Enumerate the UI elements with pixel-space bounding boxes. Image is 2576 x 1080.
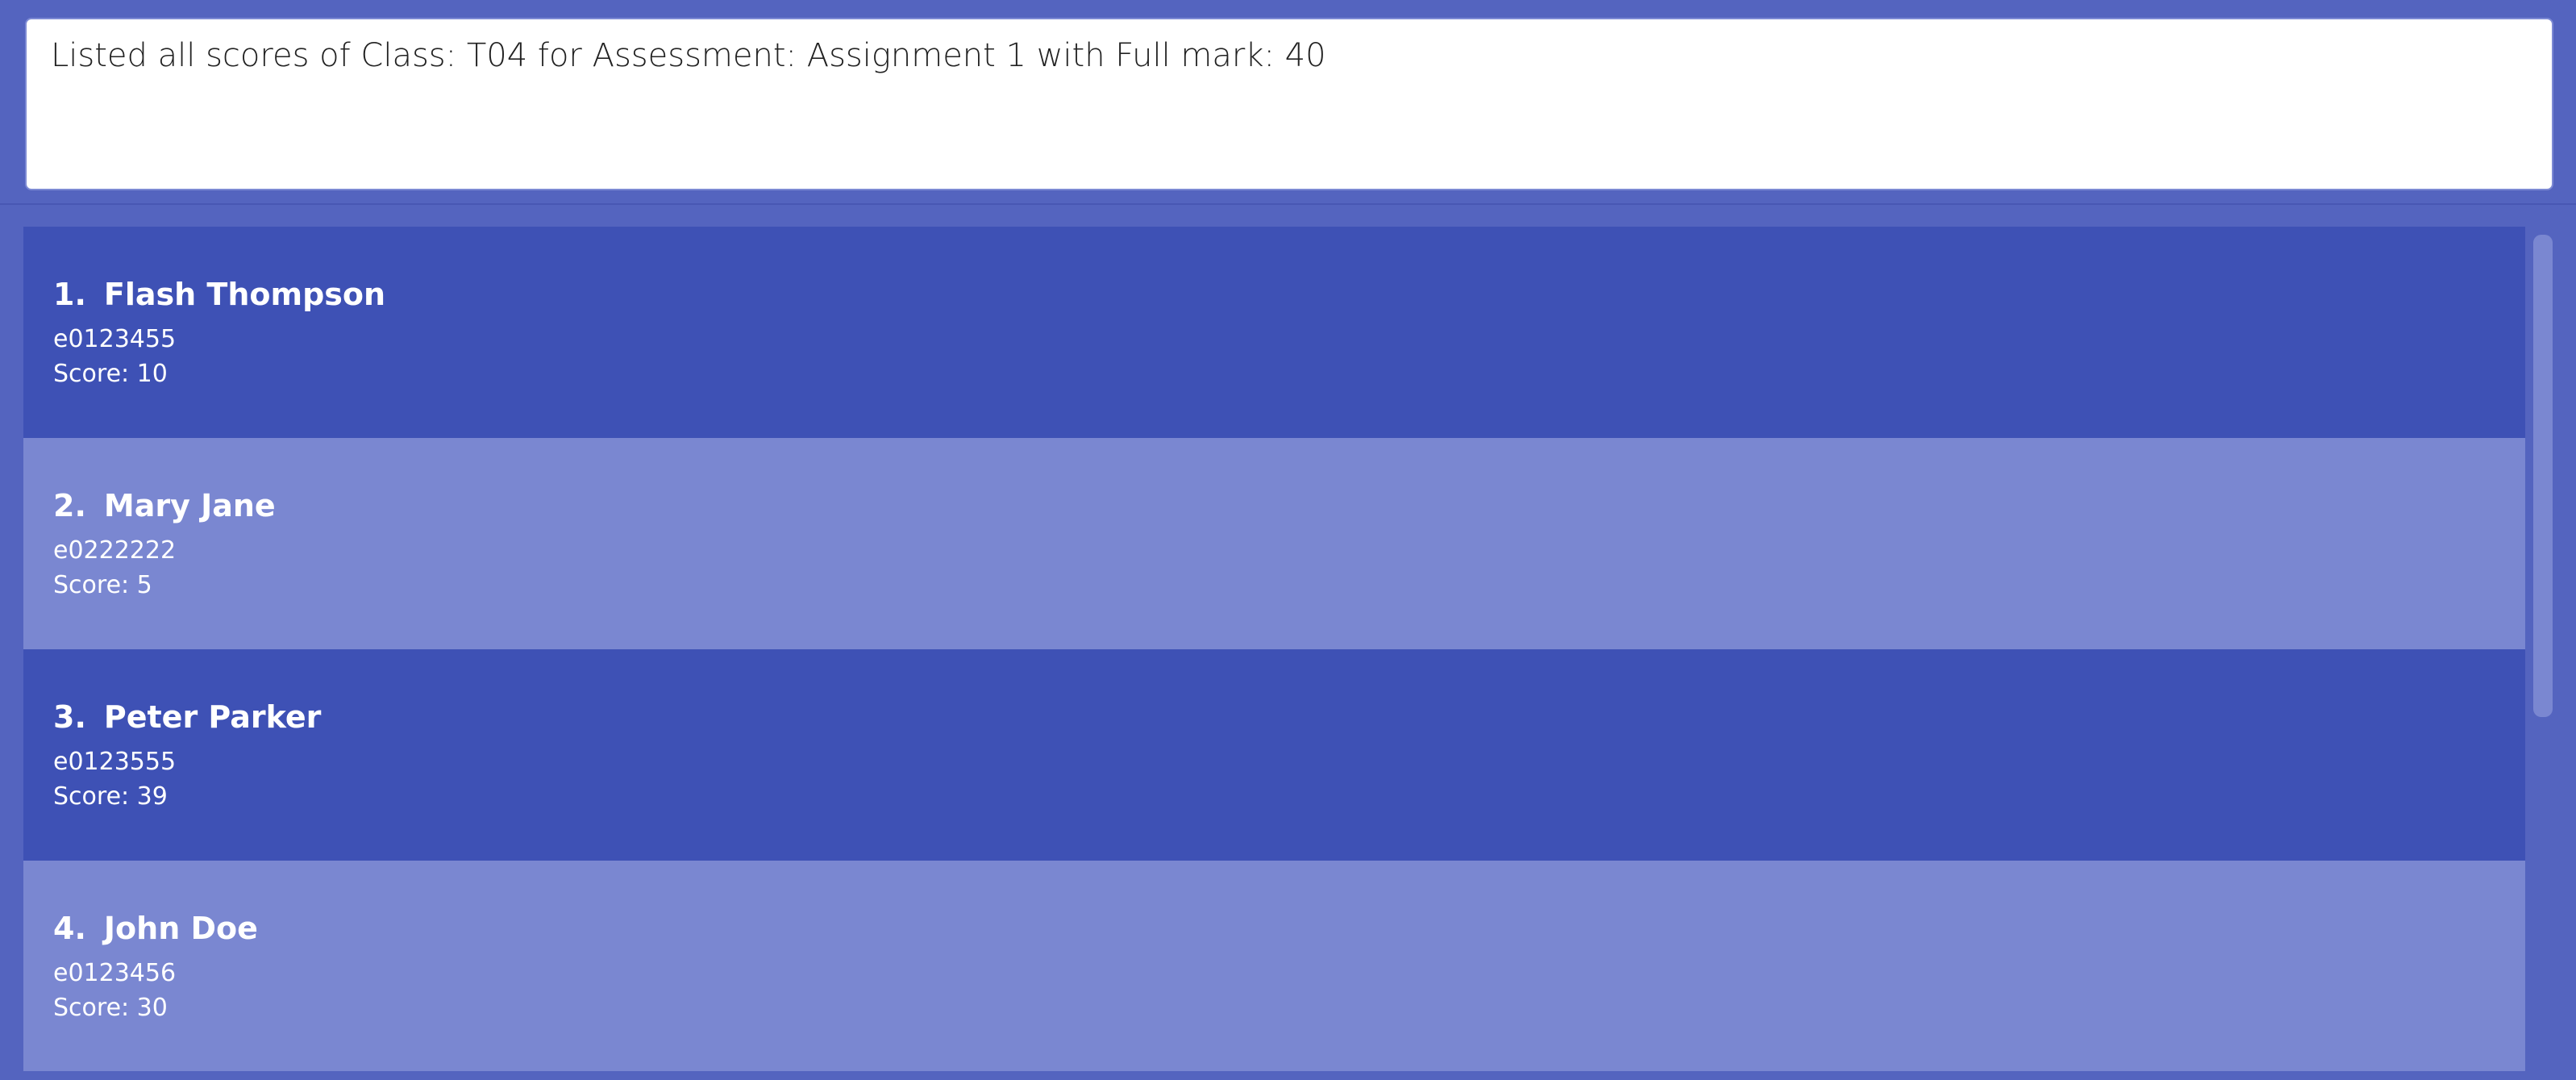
student-id: e0123555 <box>53 748 177 776</box>
student-id: e0222222 <box>53 536 177 565</box>
student-score: Score: 5 <box>53 571 152 599</box>
student-card-title: 3. Peter Parker <box>53 699 321 735</box>
result-display-panel: Listed all scores of Class: T04 for Asse… <box>0 0 2576 203</box>
vertical-scrollbar[interactable] <box>2530 227 2557 1071</box>
student-index: 2. <box>53 488 86 523</box>
student-card[interactable]: 4. John Doe e0123456 Score: 30 <box>23 861 2525 1071</box>
scrollbar-thumb[interactable] <box>2533 235 2553 717</box>
student-name: Flash Thompson <box>103 277 386 312</box>
student-card-title: 1. Flash Thompson <box>53 277 385 312</box>
student-card[interactable]: 2. Mary Jane e0222222 Score: 5 <box>23 438 2525 649</box>
student-id: e0123456 <box>53 959 177 987</box>
result-display-box[interactable]: Listed all scores of Class: T04 for Asse… <box>25 18 2553 190</box>
student-score-list[interactable]: 1. Flash Thompson e0123455 Score: 10 2. Ma… <box>0 206 2576 1080</box>
student-index: 4. <box>53 911 86 946</box>
panel-divider <box>0 203 2576 205</box>
student-card[interactable]: 1. Flash Thompson e0123455 Score: 10 <box>23 227 2525 438</box>
student-card[interactable]: 3. Peter Parker e0123555 Score: 39 <box>23 649 2525 861</box>
student-id: e0123455 <box>53 325 177 353</box>
student-index: 1. <box>53 277 86 312</box>
student-score: Score: 10 <box>53 360 168 388</box>
student-score-list-content: 1. Flash Thompson e0123455 Score: 10 2. Ma… <box>23 227 2525 1071</box>
student-index: 3. <box>53 699 86 735</box>
student-name: John Doe <box>103 911 258 946</box>
student-name: Peter Parker <box>103 699 322 735</box>
student-score: Score: 39 <box>53 782 168 811</box>
student-name: Mary Jane <box>103 488 276 523</box>
result-message: Listed all scores of Class: T04 for Asse… <box>51 37 1326 74</box>
student-score: Score: 30 <box>53 994 168 1022</box>
student-card-title: 2. Mary Jane <box>53 488 276 523</box>
student-card-title: 4. John Doe <box>53 911 258 946</box>
